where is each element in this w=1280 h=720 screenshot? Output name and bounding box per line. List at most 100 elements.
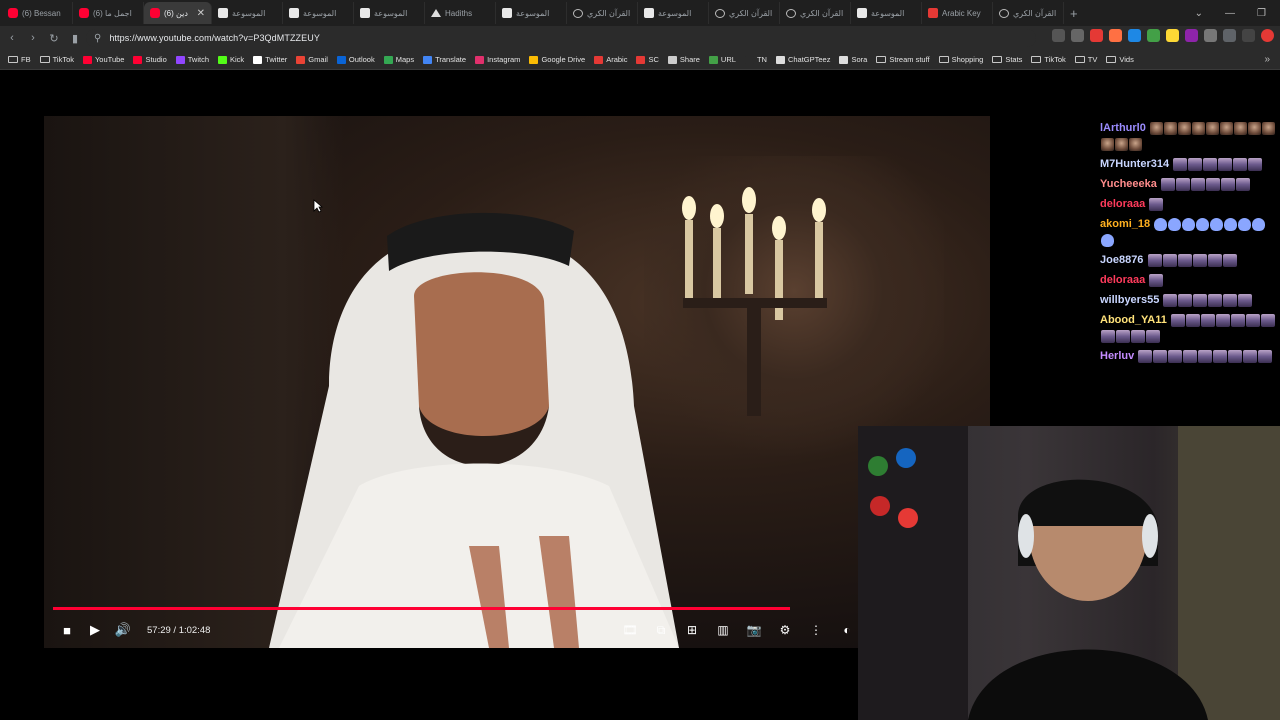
extension-red-icon[interactable]: [1090, 29, 1103, 42]
tab-9[interactable]: الموسوعة: [638, 2, 709, 24]
tab-4[interactable]: الموسوعة: [283, 2, 354, 24]
tab-label: (6) اجمل ما: [93, 8, 132, 18]
bookmark-5[interactable]: Kick: [218, 55, 244, 64]
tab-0[interactable]: (6) Bessan: [2, 2, 73, 24]
crowd-emote-icon: [1213, 349, 1228, 363]
extensions-puzzle-icon[interactable]: [1204, 29, 1217, 42]
theater-mode-icon[interactable]: ▥: [711, 617, 735, 643]
chat-username[interactable]: Yucheeeka: [1100, 178, 1157, 190]
presenter-figure: [269, 212, 679, 648]
chat-username[interactable]: deloraaa: [1100, 198, 1145, 210]
more-bookmarks-icon[interactable]: »: [1264, 54, 1270, 65]
crowd-emote-icon: [1131, 329, 1145, 343]
chat-username[interactable]: Joe8876: [1100, 254, 1143, 266]
tab-8[interactable]: القرآن الكري: [567, 2, 638, 24]
bookmark-label: Arabic: [606, 55, 628, 64]
tab-3[interactable]: الموسوعة: [212, 2, 283, 24]
close-tab-icon[interactable]: ✕: [197, 8, 205, 19]
tab-1[interactable]: (6) اجمل ما: [73, 2, 144, 24]
stop-icon[interactable]: ■: [53, 617, 81, 643]
extension-blue-icon[interactable]: [1128, 29, 1141, 42]
bookmark-4[interactable]: Twitch: [175, 55, 209, 64]
bookmark-6[interactable]: Twitter: [253, 55, 287, 64]
tab-6[interactable]: Hadiths: [425, 2, 496, 24]
clip-icon[interactable]: 🎞: [618, 617, 642, 643]
tab-5[interactable]: الموسوعة: [354, 2, 425, 24]
sidepanel-icon[interactable]: [1223, 29, 1236, 42]
bookmark-8[interactable]: Outlook: [336, 55, 375, 64]
bookmark-25[interactable]: Vids: [1106, 55, 1134, 64]
chat-username[interactable]: lArthurl0: [1100, 122, 1146, 134]
tab-12[interactable]: الموسوعة: [851, 2, 922, 24]
restore-icon[interactable]: ❐: [1257, 8, 1266, 19]
bookmark-1[interactable]: TikTok: [39, 55, 74, 64]
address-bar[interactable]: ⚲ https://www.youtube.com/watch?v=P3QdMT…: [86, 29, 1036, 47]
chat-username[interactable]: willbyers55: [1100, 294, 1159, 306]
chat-username[interactable]: deloraaa: [1100, 274, 1145, 286]
chat-username[interactable]: Abood_YA11: [1100, 314, 1167, 326]
tab-14[interactable]: القرآن الكري: [993, 2, 1064, 24]
bookmark-16[interactable]: URL: [708, 55, 736, 64]
crowd-emote-icon: [1203, 157, 1218, 171]
tab-10[interactable]: القرآن الكري: [709, 2, 780, 24]
tab-search-icon[interactable]: ⌄: [1195, 8, 1203, 19]
tab-11[interactable]: القرآن الكري: [780, 2, 851, 24]
extension-orange-icon[interactable]: [1109, 29, 1122, 42]
settings-gear-icon[interactable]: ⚙: [773, 617, 797, 643]
tab-7[interactable]: الموسوعة: [496, 2, 567, 24]
bookmark-24[interactable]: TV: [1074, 55, 1097, 64]
extension-yellow-icon[interactable]: [1166, 29, 1179, 42]
new-tab-button[interactable]: +: [1070, 6, 1078, 21]
share-icon[interactable]: [1071, 29, 1084, 42]
bookmark-12[interactable]: Google Drive: [529, 55, 585, 64]
bookmark-22[interactable]: Stats: [992, 55, 1022, 64]
bookmark-11[interactable]: Instagram: [475, 55, 520, 64]
chat-username[interactable]: akomi_18: [1100, 218, 1150, 230]
bookmark-2[interactable]: YouTube: [82, 55, 124, 64]
page-icon: [360, 8, 370, 18]
site-info-icon[interactable]: ⚲: [94, 33, 101, 44]
bookmark-3[interactable]: Studio: [133, 55, 167, 64]
video-player[interactable]: [44, 116, 990, 648]
chat-username[interactable]: M7Hunter314: [1100, 158, 1169, 170]
screenshot-icon[interactable]: 📷: [742, 617, 766, 643]
tab-label: القرآن الكري: [729, 8, 773, 18]
cast-icon[interactable]: [1052, 29, 1065, 42]
bookmark-21[interactable]: Shopping: [938, 55, 983, 64]
back-icon[interactable]: ‹: [3, 29, 21, 47]
bookmark-15[interactable]: Share: [667, 55, 700, 64]
picture-in-picture-icon[interactable]: ⊞: [680, 617, 704, 643]
chat-username[interactable]: Herluv: [1100, 350, 1134, 362]
bookmark-23[interactable]: TikTok: [1031, 55, 1066, 64]
autoplay-toggle-icon[interactable]: ◐: [835, 617, 859, 643]
profile-avatar[interactable]: [1261, 29, 1274, 42]
bookmark-icon[interactable]: ▮: [66, 29, 84, 47]
bookmark-label: Studio: [145, 55, 167, 64]
media-icon[interactable]: [1242, 29, 1255, 42]
play-icon[interactable]: ▶: [81, 617, 109, 643]
bookmark-20[interactable]: Stream stuff: [876, 55, 930, 64]
crowd-emote-icon: [1248, 157, 1263, 171]
bookmark-7[interactable]: Gmail: [296, 55, 328, 64]
bookmark-18[interactable]: ChatGPTeez: [775, 55, 830, 64]
bookmark-0[interactable]: FB: [8, 55, 31, 64]
bookmark-17[interactable]: TN: [744, 55, 767, 64]
reload-icon[interactable]: ↻: [45, 29, 63, 47]
volume-icon[interactable]: 🔊: [109, 617, 137, 643]
progress-bar[interactable]: [53, 607, 791, 610]
extension-green-icon[interactable]: [1147, 29, 1160, 42]
extension-purple-icon[interactable]: [1185, 29, 1198, 42]
forward-icon[interactable]: ›: [24, 29, 42, 47]
bookmark-19[interactable]: Sora: [839, 55, 867, 64]
minimize-icon[interactable]: —: [1225, 8, 1235, 19]
bookmark-14[interactable]: SC: [636, 55, 659, 64]
bookmark-9[interactable]: Maps: [383, 55, 414, 64]
tab-13[interactable]: Arabic Key: [922, 2, 993, 24]
crowd-emote-icon: [1178, 293, 1193, 307]
bookmark-13[interactable]: Arabic: [594, 55, 627, 64]
miniplayer-icon[interactable]: ⧉: [649, 617, 673, 643]
more-options-icon[interactable]: ⋮: [804, 617, 828, 643]
bookmark-label: Stats: [1005, 55, 1023, 64]
bookmark-10[interactable]: Translate: [423, 55, 466, 64]
tab-2[interactable]: (6) دين ✕: [144, 2, 212, 24]
